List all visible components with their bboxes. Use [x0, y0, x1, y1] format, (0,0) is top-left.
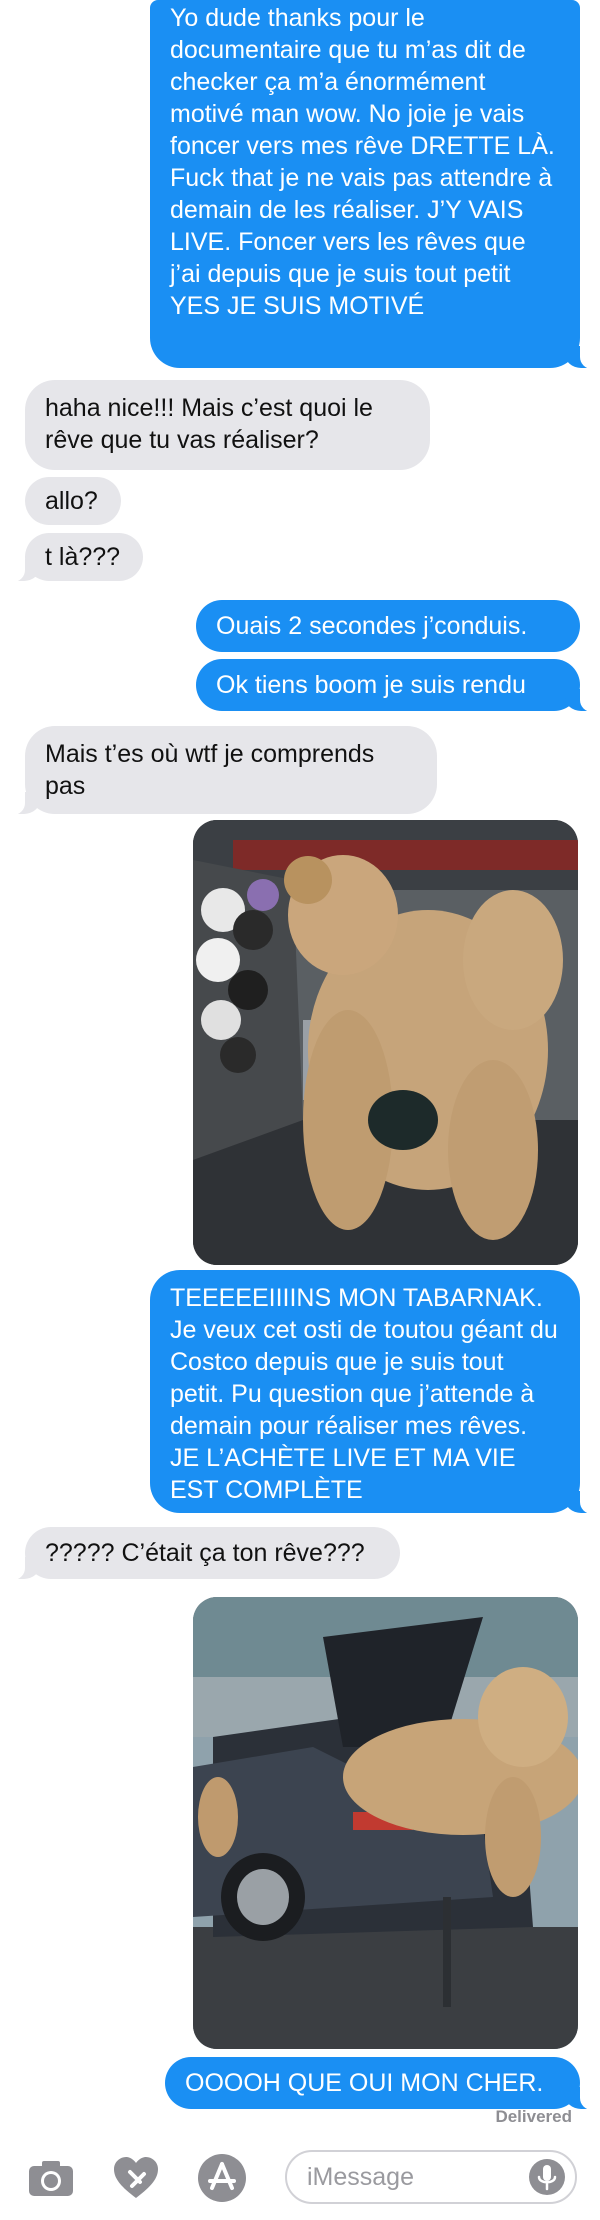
imessage-input[interactable]: iMessage	[285, 2150, 577, 2204]
message-received-4[interactable]: Mais t’es où wtf je comprends pas	[5, 726, 437, 815]
app-store-icon[interactable]	[196, 2152, 248, 2204]
message-thread: Yo dude thanks pour le documentaire que …	[0, 0, 600, 2126]
message-composer: iMessage	[0, 2140, 600, 2220]
delivered-status: Delivered	[495, 2107, 572, 2126]
camera-icon[interactable]	[25, 2152, 77, 2204]
message-sent-5[interactable]: OOOOH QUE OUI MON CHER.	[165, 2057, 600, 2110]
message-sent-3[interactable]: Ok tiens boom je suis rendu	[196, 659, 600, 712]
teddy-bear-store-image	[193, 820, 578, 1265]
message-received-3[interactable]: t là???	[5, 533, 143, 582]
message-received-5[interactable]: ????? C’était ça ton rêve???	[5, 1527, 400, 1580]
imessage-placeholder: iMessage	[307, 2163, 414, 2191]
message-received-1[interactable]: haha nice!!! Mais c’est quoi le rêve que…	[25, 380, 430, 470]
teddy-bear-car-image	[193, 1597, 578, 2049]
message-received-2[interactable]: allo?	[25, 477, 121, 525]
photo-teddy-bear-in-car-trunk[interactable]	[193, 1597, 578, 2049]
digital-touch-icon[interactable]	[110, 2152, 162, 2204]
microphone-icon[interactable]	[529, 2159, 565, 2195]
message-sent-4[interactable]: TEEEEEIIIINS MON TABARNAK. Je veux cet o…	[150, 1270, 600, 1514]
message-sent-1[interactable]: Yo dude thanks pour le documentaire que …	[150, 0, 600, 369]
message-sent-2[interactable]: Ouais 2 secondes j’conduis.	[196, 600, 580, 652]
photo-teddy-bear-in-store[interactable]	[193, 820, 578, 1265]
